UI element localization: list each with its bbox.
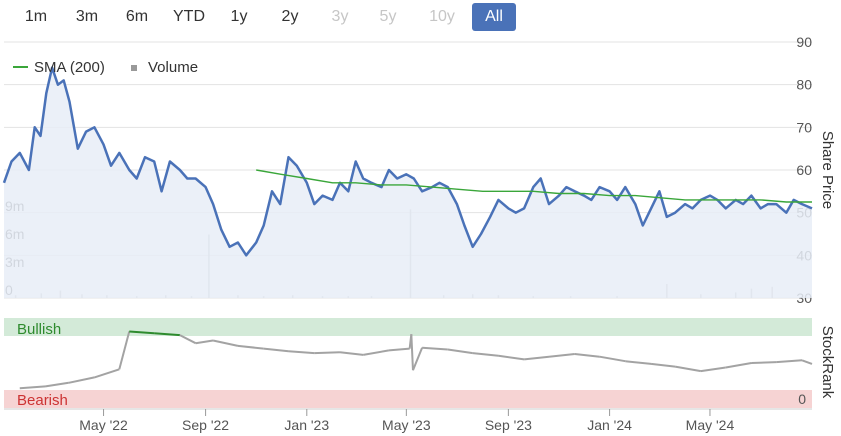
stockrank-segment	[422, 346, 448, 351]
stockrank-segment	[410, 334, 414, 371]
stock-chart: 908070605040309m6m3m0SMA (200)VolumeShar…	[2, 34, 836, 433]
legend: SMA (200) Volume	[13, 59, 198, 76]
stockrank-segment	[650, 362, 676, 368]
stockrank-band-bearish	[4, 390, 812, 408]
x-tick-label: May '22	[79, 417, 128, 433]
stockrank-segment	[412, 347, 424, 371]
price-axis-title: Share Price	[819, 131, 836, 209]
x-tick-label: Sep '23	[485, 417, 532, 433]
stockrank-segment	[700, 366, 726, 373]
stockrank-segment	[776, 359, 803, 364]
stockrank-segment	[674, 365, 702, 373]
stockrank-segment	[574, 353, 600, 358]
stockrank-band-label-bearish: Bearish	[17, 392, 68, 409]
stockrank-segment	[388, 347, 410, 352]
stockrank-segment	[339, 351, 364, 356]
stockrank-segment	[237, 344, 264, 350]
price-tick-label: 70	[796, 119, 812, 135]
x-tick-label: Sep '22	[182, 417, 229, 433]
price-area	[4, 67, 812, 298]
legend-volume-label: Volume	[148, 59, 198, 76]
stockrank-segment	[263, 347, 289, 353]
price-tick-label: 80	[796, 77, 812, 93]
stockrank-segment	[524, 355, 550, 361]
stockrank-segment	[625, 360, 652, 365]
stockrank-segment	[212, 339, 239, 347]
stockrank-segment	[472, 352, 499, 357]
price-tick-label: 90	[796, 34, 812, 50]
stockrank-segment	[118, 331, 131, 370]
stockrank-tick-label: 0	[798, 391, 806, 407]
stockrank-segment	[548, 353, 575, 358]
legend-sma-label: SMA (200)	[34, 59, 105, 76]
stockrank-axis-title: StockRank	[819, 326, 836, 399]
price-tick-label: 60	[796, 162, 812, 178]
legend-volume-swatch	[131, 65, 137, 71]
stockrank-segment	[363, 349, 390, 356]
stockrank-band-label-bullish: Bullish	[17, 321, 61, 338]
stockrank-segment	[801, 359, 813, 365]
stockrank-segment	[447, 348, 473, 355]
stockrank-segment	[19, 385, 46, 390]
stockrank-segment	[314, 351, 341, 355]
x-tick-label: May '23	[382, 417, 431, 433]
x-tick-label: Jan '23	[284, 417, 329, 433]
x-tick-label: Jan '24	[587, 417, 632, 433]
stockrank-segment	[725, 362, 752, 369]
stockrank-segment	[288, 350, 315, 355]
stockrank-segment	[599, 355, 626, 363]
stockrank-segment	[68, 376, 95, 384]
stockrank-segment	[45, 381, 69, 388]
stockrank-segment	[94, 368, 120, 379]
stockrank-segment	[498, 354, 525, 361]
stockrank-segment	[751, 361, 777, 364]
stockrank-band-bullish	[4, 318, 812, 336]
x-tick-label: May '24	[686, 417, 735, 433]
stockrank-segment	[195, 339, 214, 345]
stockrank-segment	[179, 334, 197, 345]
